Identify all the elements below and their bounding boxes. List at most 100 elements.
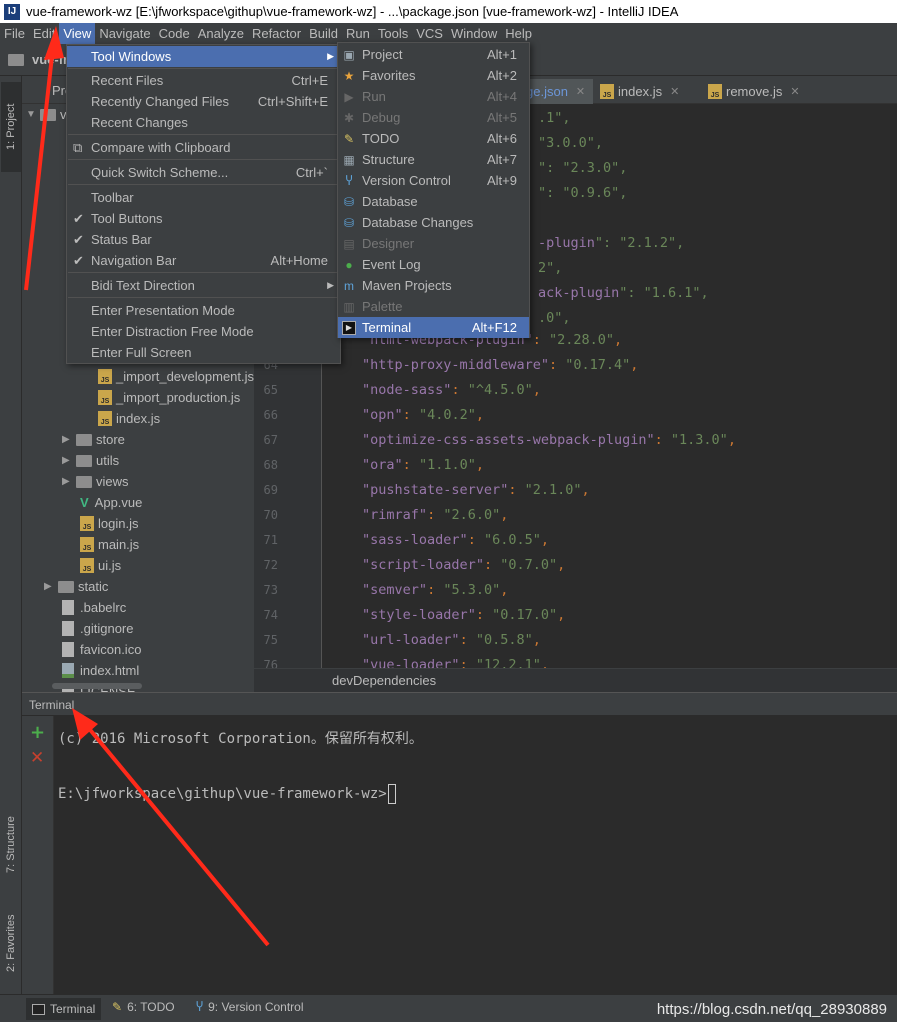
tree-row[interactable]: ▶ utils: [62, 450, 119, 471]
menu-edit[interactable]: Edit: [29, 23, 59, 44]
breadcrumb[interactable]: vue-fr: [8, 52, 68, 67]
code-line[interactable]: "sass-loader": "6.0.5",: [362, 532, 549, 548]
terminal-prompt-line[interactable]: E:\jfworkspace\githup\vue-framework-wz>: [58, 784, 396, 804]
code-line[interactable]: "semver": "5.3.0",: [362, 582, 508, 598]
code-line[interactable]: "script-loader": "0.7.0",: [362, 557, 565, 573]
tree-row[interactable]: ▶ static: [44, 576, 108, 597]
tree-row[interactable]: V App.vue: [80, 492, 142, 513]
view-menu-item[interactable]: Bidi Text Direction ▶: [67, 275, 340, 296]
code-line[interactable]: "opn": "4.0.2",: [362, 407, 484, 423]
tree-row[interactable]: JS _import_development.js: [98, 366, 254, 387]
tool-window-item-project[interactable]: ▣ Project Alt+1: [338, 44, 529, 65]
code-line[interactable]: "pushstate-server": "2.1.0",: [362, 482, 590, 498]
view-menu-item[interactable]: Enter Full Screen: [67, 342, 340, 363]
code-line[interactable]: ack-plugin": "1.6.1",: [538, 285, 709, 301]
tool-window-item-structure[interactable]: ▦ Structure Alt+7: [338, 149, 529, 170]
tool-window-item-event-log[interactable]: ● Event Log: [338, 254, 529, 275]
menu-refactor[interactable]: Refactor: [248, 23, 305, 44]
project-h-scrollbar[interactable]: [52, 683, 142, 689]
view-menu-item[interactable]: Toolbar: [67, 187, 340, 208]
bottom-tool-todo[interactable]: ✎ 6: TODO: [112, 1000, 175, 1014]
code-line[interactable]: ": "2.3.0",: [538, 160, 627, 176]
tool-window-item-designer[interactable]: ▤ Designer: [338, 233, 529, 254]
code-line[interactable]: 2",: [538, 260, 562, 276]
tool-window-item-database-changes[interactable]: ⛁ Database Changes: [338, 212, 529, 233]
view-menu-item[interactable]: Tool Windows ▶: [67, 46, 340, 67]
tab-favorites[interactable]: 2: Favorites: [1, 898, 21, 988]
new-session-icon[interactable]: +: [30, 722, 45, 743]
close-tab-icon[interactable]: ✕: [790, 85, 799, 98]
tree-row[interactable]: ▶ store: [62, 429, 125, 450]
view-menu-item[interactable]: Recent Changes: [67, 112, 340, 133]
bottom-tool-terminal[interactable]: Terminal: [26, 998, 102, 1020]
tree-row[interactable]: .gitignore: [62, 618, 133, 639]
code-line[interactable]: "ora": "1.1.0",: [362, 457, 484, 473]
tool-window-item-favorites[interactable]: ★ Favorites Alt+2: [338, 65, 529, 86]
code-quote: ": [362, 582, 371, 598]
tab-structure[interactable]: 7: Structure: [1, 800, 21, 890]
tab-project[interactable]: 1: Project: [1, 82, 21, 172]
tool-window-item-run[interactable]: ▶ Run Alt+4: [338, 86, 529, 107]
tree-row[interactable]: JS main.js: [80, 534, 139, 555]
code-line[interactable]: "optimize-css-assets-webpack-plugin": "1…: [362, 432, 736, 448]
menu-code[interactable]: Code: [155, 23, 194, 44]
tree-row[interactable]: JS _import_production.js: [98, 387, 240, 408]
menu-item-label: Enter Presentation Mode: [91, 303, 235, 318]
menu-item-shortcut: Ctrl+E: [291, 73, 328, 88]
code-comma: ,: [540, 532, 550, 548]
code-line[interactable]: "style-loader": "0.17.0",: [362, 607, 565, 623]
view-menu-item[interactable]: Recent Files Ctrl+E: [67, 70, 340, 91]
tree-row[interactable]: index.html: [62, 660, 139, 681]
tree-row[interactable]: ▶ views: [62, 471, 129, 492]
tree-row[interactable]: JS index.js: [98, 408, 160, 429]
code-line[interactable]: "url-loader": "0.5.8",: [362, 632, 541, 648]
code-line[interactable]: "http-proxy-middleware": "0.17.4",: [362, 357, 638, 373]
menu-file[interactable]: File: [0, 23, 29, 44]
view-menu-item[interactable]: ✔ Navigation Bar Alt+Home: [67, 250, 340, 271]
code-line[interactable]: ": "0.9.6",: [538, 185, 627, 201]
code-line[interactable]: "rimraf": "2.6.0",: [362, 507, 508, 523]
code-line[interactable]: .0",: [538, 310, 571, 326]
menu-view[interactable]: View: [59, 23, 96, 44]
tool-window-item-terminal[interactable]: ▶ Terminal Alt+F12: [338, 317, 529, 338]
tree-row[interactable]: .babelrc: [62, 597, 126, 618]
close-tab-icon[interactable]: ✕: [670, 85, 679, 98]
code-line[interactable]: .1",: [538, 110, 571, 126]
code-line[interactable]: "node-sass": "^4.5.0",: [362, 382, 541, 398]
tree-row[interactable]: favicon.ico: [62, 639, 141, 660]
close-tab-icon[interactable]: ✕: [576, 85, 585, 98]
code-line[interactable]: -plugin": "2.1.2",: [538, 235, 684, 251]
bottom-tool-vcs[interactable]: Ⴤ 9: Version Control: [196, 1000, 304, 1014]
tree-row[interactable]: JS login.js: [80, 513, 138, 534]
editor-tab[interactable]: JS remove.js ✕: [700, 79, 808, 104]
tool-window-item-maven-projects[interactable]: m Maven Projects: [338, 275, 529, 296]
menu-navigate[interactable]: Navigate: [95, 23, 154, 44]
tool-window-item-debug[interactable]: ✱ Debug Alt+5: [338, 107, 529, 128]
tree-row-label: favicon.ico: [80, 642, 142, 657]
view-menu-item[interactable]: Recently Changed Files Ctrl+Shift+E: [67, 91, 340, 112]
menu-analyze[interactable]: Analyze: [194, 23, 248, 44]
editor-breadcrumb[interactable]: devDependencies: [332, 673, 436, 688]
menu-help[interactable]: Help: [501, 23, 536, 44]
view-menu-item[interactable]: Enter Distraction Free Mode: [67, 321, 340, 342]
view-menu-item[interactable]: ✔ Status Bar: [67, 229, 340, 250]
tool-window-item-version-control[interactable]: Ⴤ Version Control Alt+9: [338, 170, 529, 191]
view-menu-item[interactable]: Enter Presentation Mode: [67, 300, 340, 321]
code-quote: ": [362, 382, 371, 398]
view-menu-item[interactable]: Quick Switch Scheme... Ctrl+`: [67, 162, 340, 183]
tool-window-item-todo[interactable]: ✎ TODO Alt+6: [338, 128, 529, 149]
menu-vcs[interactable]: VCS: [412, 23, 447, 44]
menu-run[interactable]: Run: [342, 23, 374, 44]
terminal-panel[interactable]: + ✕ (c) 2016 Microsoft Corporation。保留所有权…: [22, 716, 897, 994]
menu-build[interactable]: Build: [305, 23, 342, 44]
tool-window-item-palette[interactable]: ▥ Palette: [338, 296, 529, 317]
view-menu-item[interactable]: ⧉ Compare with Clipboard: [67, 137, 340, 158]
code-line[interactable]: "3.0.0",: [538, 135, 603, 151]
editor-tab[interactable]: JS index.js ✕: [592, 79, 687, 104]
close-session-icon[interactable]: ✕: [30, 748, 44, 768]
tool-window-item-database[interactable]: ⛁ Database: [338, 191, 529, 212]
menu-tools[interactable]: Tools: [374, 23, 412, 44]
tree-row[interactable]: JS ui.js: [80, 555, 121, 576]
menu-window[interactable]: Window: [447, 23, 501, 44]
view-menu-item[interactable]: ✔ Tool Buttons: [67, 208, 340, 229]
